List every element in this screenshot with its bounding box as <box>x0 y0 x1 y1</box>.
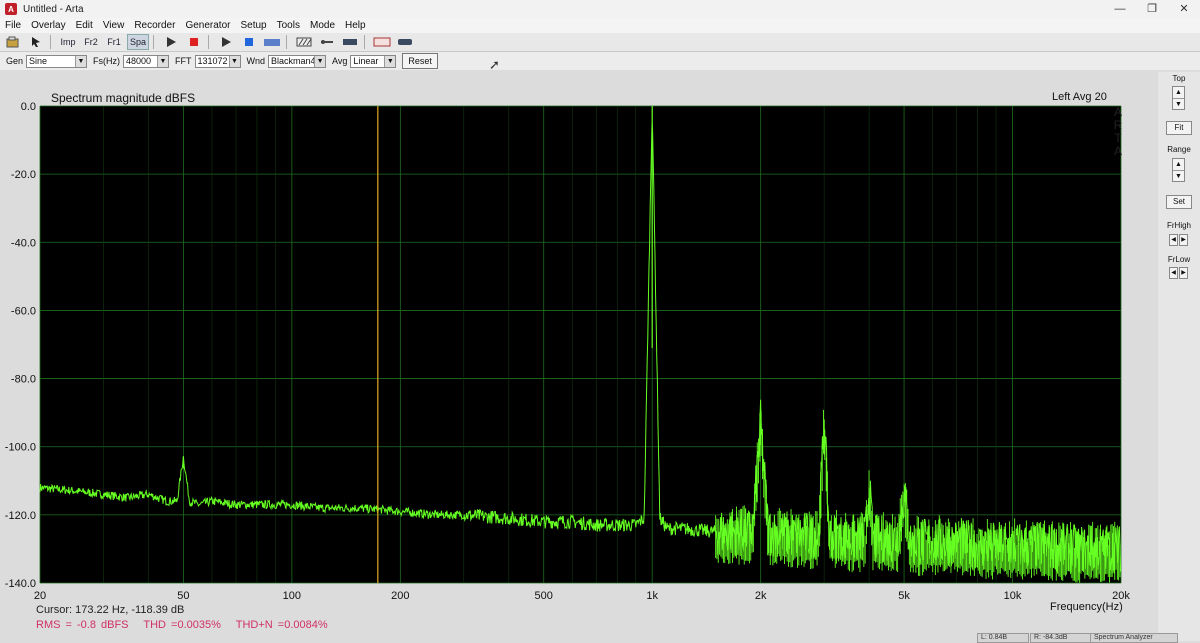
x-tick-label: 2k <box>755 590 767 602</box>
x-tick-label: 10k <box>1004 590 1022 602</box>
arrow-right-icon[interactable]: ▶ <box>1179 234 1188 246</box>
x-tick-label: 500 <box>535 590 553 602</box>
y-tick-label: -100.0 <box>5 442 36 454</box>
x-tick-label: 1k <box>646 590 658 602</box>
frlow-label: FrLow <box>1167 255 1191 264</box>
x-axis-title: Frequency(Hz) <box>1050 601 1123 613</box>
y-tick-label: -20.0 <box>11 169 36 181</box>
arrow-left-icon[interactable]: ◀ <box>1169 234 1178 246</box>
arrow-up-icon[interactable]: ▲ <box>1173 87 1184 99</box>
set-button[interactable]: Set <box>1166 195 1192 209</box>
logo-letter: A <box>1113 144 1122 158</box>
y-tick-labels: 0.0 -20.0 -40.0 -60.0 -80.0 -100.0 -120.0 -140.… <box>5 101 36 590</box>
x-tick-label: 200 <box>391 590 409 602</box>
y-tick-label: 0.0 <box>21 101 36 113</box>
status-mode: Spectrum Analyzer <box>1090 633 1178 643</box>
cursor-readout: Cursor: 173.22 Hz, -118.39 dB <box>36 604 185 616</box>
thd-value: THD =0.0035% <box>143 619 221 631</box>
top-spinner[interactable]: ▲ ▼ <box>1172 86 1185 110</box>
x-tick-label: 100 <box>283 590 301 602</box>
arrow-right-icon[interactable]: ▶ <box>1179 267 1188 279</box>
x-tick-label: 20 <box>34 590 46 602</box>
arrow-up-icon[interactable]: ▲ <box>1173 159 1184 171</box>
x-tick-label: 5k <box>898 590 910 602</box>
x-tick-label: 50 <box>177 590 189 602</box>
range-spinner[interactable]: ▲ ▼ <box>1172 158 1185 182</box>
arrow-down-icon[interactable]: ▼ <box>1173 171 1184 182</box>
x-tick-labels: 20 50 100 200 500 1k 2k 5k 10k 20k <box>34 590 1130 602</box>
fit-button[interactable]: Fit <box>1166 121 1192 135</box>
measurement-readout: RMS = -0.8 dBFS THD =0.0035% THD+N =0.00… <box>36 619 338 631</box>
plot-title: Spectrum magnitude dBFS <box>51 91 196 105</box>
rms-value: RMS = -0.8 dBFS <box>36 619 129 631</box>
arta-logo: A R T A <box>1112 106 1124 158</box>
range-label: Range <box>1167 145 1191 154</box>
top-label: Top <box>1172 74 1186 83</box>
arrow-down-icon[interactable]: ▼ <box>1173 99 1184 110</box>
frhigh-label: FrHigh <box>1166 221 1191 230</box>
side-panel: Top ▲ ▼ Fit Range ▲ ▼ Set FrHigh ◀ ▶ FrLow … <box>1158 72 1200 641</box>
y-tick-label: -140.0 <box>5 578 36 590</box>
status-right: R: -84.3dB <box>1030 633 1092 643</box>
status-level: L: 0.84B <box>977 633 1029 643</box>
frlow-arrows[interactable]: ◀ ▶ <box>1169 267 1189 279</box>
thdn-value: THD+N =0.0084% <box>235 619 328 631</box>
y-tick-label: -60.0 <box>11 305 36 317</box>
y-tick-label: -80.0 <box>11 374 36 386</box>
channel-average-info: Left Avg 20 <box>1052 91 1107 103</box>
y-tick-label: -40.0 <box>11 237 36 249</box>
arrow-left-icon[interactable]: ◀ <box>1169 267 1178 279</box>
close-button[interactable]: ✕ <box>1168 0 1200 18</box>
plot-background <box>40 106 1121 583</box>
y-tick-label: -120.0 <box>5 510 36 522</box>
frhigh-arrows[interactable]: ◀ ▶ <box>1169 234 1189 246</box>
